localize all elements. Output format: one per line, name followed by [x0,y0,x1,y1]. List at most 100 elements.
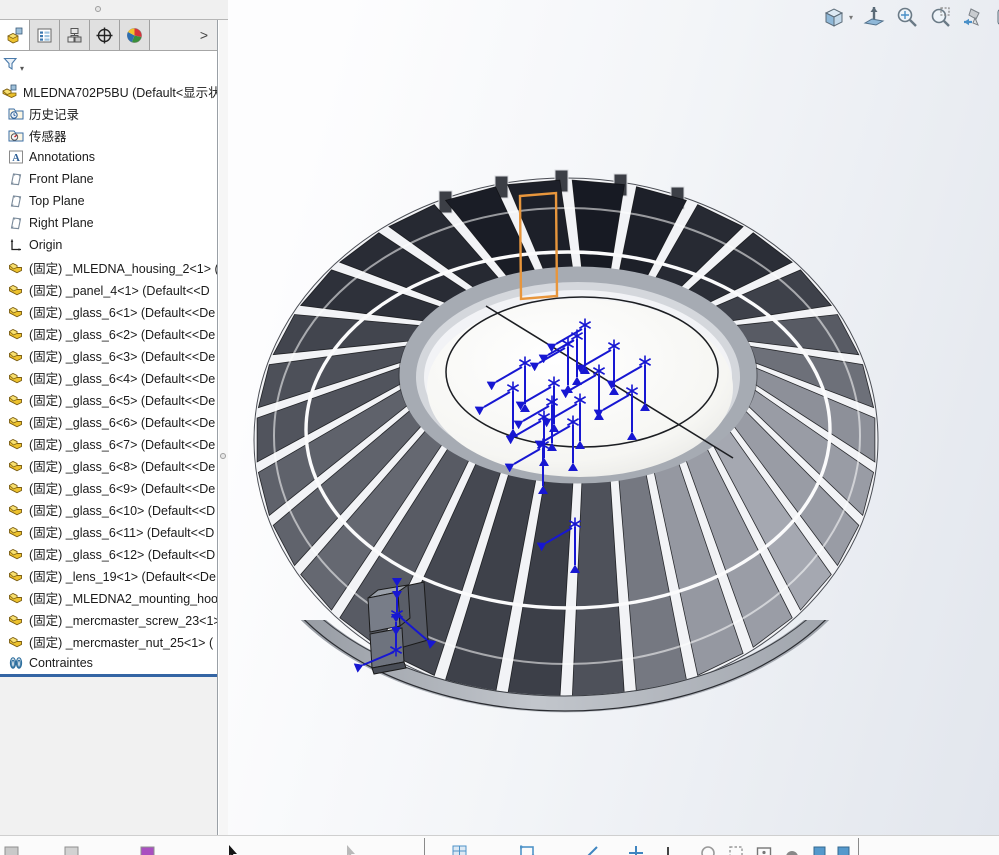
tree-item-label: (固定) _glass_6<9> (Default<<De [29,478,215,497]
tree-item[interactable]: 历史记录 [0,102,217,124]
horizontal-splitter-grip[interactable] [95,6,101,12]
tree-item[interactable]: (固定) _MLEDNA_housing_2<1> ( [0,256,217,278]
tab-propertymanager[interactable] [30,20,60,50]
tab-overflow-button[interactable]: > [191,20,217,50]
tree-item-label: MLEDNA702P5BU (Default<显示状态 [23,82,217,101]
toolbar-icon-sq[interactable] [836,845,852,855]
tab-dimxpertmanager[interactable] [90,20,120,50]
part-icon [8,457,24,473]
toolbar-icon-cursor[interactable] [226,845,242,855]
toolbar-icon-circle[interactable] [700,845,716,855]
tree-item[interactable]: (固定) _glass_6<8> (Default<<De [0,454,217,476]
toolbar-icon-grid[interactable] [452,845,468,855]
view-orientation-dropdown-caret[interactable]: ▾ [849,13,853,22]
assembly-icon [2,83,18,99]
sensors-icon [8,127,24,143]
manager-tab-bar: > [0,20,217,51]
panel-splitter[interactable] [219,20,228,835]
history-icon [8,105,24,121]
tree-item-label: (固定) _glass_6<12> (Default<<D [29,544,215,563]
tree-item[interactable]: (固定) _glass_6<4> (Default<<De [0,366,217,388]
toolbar-icon-diag[interactable] [584,845,600,855]
tree-item-label: Right Plane [29,216,94,230]
part-icon [8,633,24,649]
tree-item[interactable]: (固定) _glass_6<6> (Default<<De [0,410,217,432]
tree-item[interactable]: (固定) _glass_6<10> (Default<<D [0,498,217,520]
tree-item[interactable]: (固定) _glass_6<2> (Default<<De [0,322,217,344]
tree-item-label: Top Plane [29,194,85,208]
toolbar-icon-rect2[interactable] [520,845,536,855]
toolbar-icon-cursor[interactable] [344,845,360,855]
toolbar-icon-plus[interactable] [628,845,644,855]
filter-dropdown-caret[interactable]: ▾ [20,64,24,73]
tree-item-label: Origin [29,238,62,252]
tree-item[interactable]: A Annotations [0,146,217,168]
toolbar-icon-rectdot[interactable] [756,845,772,855]
part-icon [8,611,24,627]
zoom-to-fit-icon[interactable] [895,5,919,29]
tree-item-label: (固定) _glass_6<2> (Default<<De [29,324,215,343]
part-icon [8,589,24,605]
tree-item-label: (固定) _MLEDNA_housing_2<1> ( [29,258,217,277]
toolbar-icon-rect[interactable] [64,845,80,855]
tree-item[interactable]: (固定) _mercmaster_screw_23<1> [0,608,217,630]
note-icon: A [8,149,24,165]
feature-tree: MLEDNA702P5BU (Default<显示状态历史记录传感器 A Annot… [0,79,217,674]
toolbar-icon-rect[interactable] [140,845,156,855]
tab-displaymanager[interactable] [120,20,150,50]
tree-item[interactable]: (固定) _mercmaster_nut_25<1> ( [0,630,217,652]
tab-featuremanager[interactable] [0,20,30,50]
zoom-to-area-icon[interactable] [928,5,952,29]
tree-item[interactable]: (固定) _glass_6<12> (Default<<D [0,542,217,564]
tree-item-label: (固定) _MLEDNA2_mounting_hoo [29,588,217,607]
toolbar-icon-dashsq[interactable] [728,845,744,855]
mates-icon [8,655,24,671]
tree-item[interactable]: Right Plane [0,212,217,234]
solidworks-window: > ▾ MLEDNA702P5BU (Default<显示状态历史记录传感器 AA… [0,0,999,855]
tree-item-label: (固定) _mercmaster_nut_25<1> ( [29,632,213,651]
tree-item[interactable]: 传感器 [0,124,217,146]
tree-item[interactable]: (固定) _glass_6<1> (Default<<De [0,300,217,322]
tree-item[interactable]: Front Plane [0,168,217,190]
tree-item[interactable]: Contraintes [0,652,217,674]
tree-item[interactable]: (固定) _glass_6<3> (Default<<De [0,344,217,366]
tree-item[interactable]: (固定) _glass_6<7> (Default<<De [0,432,217,454]
tree-item-label: (固定) _glass_6<6> (Default<<De [29,412,215,431]
filter-funnel-icon[interactable] [3,56,19,75]
part-icon [8,501,24,517]
svg-text:A: A [12,153,20,164]
part-icon [8,391,24,407]
part-icon [8,281,24,297]
view-orientation-icon[interactable] [822,5,846,29]
tree-item-label: (固定) _glass_6<10> (Default<<D [29,500,215,519]
part-icon [8,479,24,495]
tree-item-label: (固定) _mercmaster_screw_23<1> [29,610,217,629]
tree-item[interactable]: (固定) _MLEDNA2_mounting_hoo [0,586,217,608]
tree-item-label: (固定) _glass_6<1> (Default<<De [29,302,215,321]
toolbar-icon-sq[interactable] [812,845,828,855]
heads-up-toolbar: ▾ [822,5,999,29]
toolbar-icon-half[interactable] [784,845,800,855]
tree-item-label: (固定) _glass_6<11> (Default<<D [29,522,214,541]
tree-item-label: Contraintes [29,656,93,670]
graphics-viewport[interactable] [228,0,999,835]
tree-item[interactable]: (固定) _glass_6<11> (Default<<D [0,520,217,542]
tree-item[interactable]: (固定) _glass_6<5> (Default<<De [0,388,217,410]
tree-item[interactable]: (固定) _glass_6<9> (Default<<De [0,476,217,498]
heatsink-model[interactable] [228,0,999,835]
splitter-grip[interactable] [220,453,226,459]
tree-root-item[interactable]: MLEDNA702P5BU (Default<显示状态 [0,80,217,102]
tab-configurationmanager[interactable] [60,20,90,50]
tree-item[interactable]: Origin [0,234,217,256]
toolbar-icon-corner[interactable] [666,845,682,855]
tree-item[interactable]: (固定) _panel_4<1> (Default<<D [0,278,217,300]
previous-view-icon[interactable] [961,5,985,29]
section-view-icon[interactable] [994,5,999,29]
tree-item-label: Annotations [29,150,95,164]
panel-empty-area [0,677,217,835]
toolbar-icon-rect[interactable] [4,845,20,855]
tree-item[interactable]: (固定) _lens_19<1> (Default<<De [0,564,217,586]
part-icon [8,523,24,539]
normal-to-icon[interactable] [862,5,886,29]
tree-item[interactable]: Top Plane [0,190,217,212]
